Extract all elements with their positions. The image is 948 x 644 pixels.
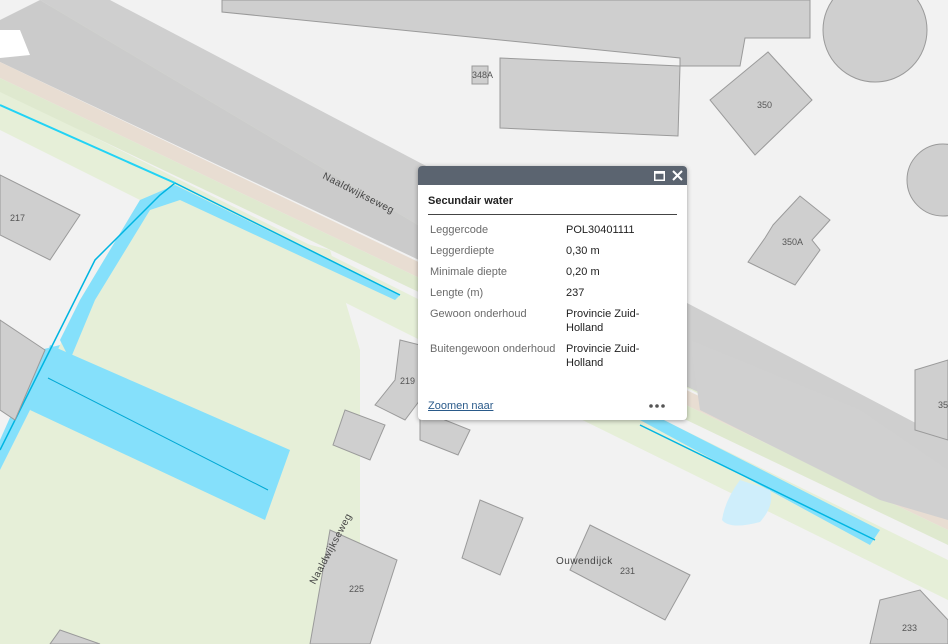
attribute-value: 237 bbox=[566, 287, 585, 299]
attribute-label: Leggercode bbox=[430, 224, 489, 236]
more-icon[interactable] bbox=[647, 399, 667, 413]
street-label: Ouwendijck bbox=[556, 556, 613, 567]
attribute-table: Leggercode POL30401111 Leggerdiepte 0,30… bbox=[430, 221, 675, 375]
attribute-value: 0,30 m bbox=[566, 245, 600, 257]
maximize-icon[interactable] bbox=[652, 168, 667, 183]
house-number: 35 bbox=[938, 400, 948, 410]
popup-header bbox=[418, 166, 687, 185]
attribute-row: Leggercode POL30401111 bbox=[430, 221, 675, 242]
attribute-row: Gewoon onderhoud Provincie Zuid-Holland bbox=[430, 305, 675, 340]
attribute-value: Provincie Zuid-Holland bbox=[566, 343, 640, 369]
house-number: 219 bbox=[400, 376, 415, 386]
house-number: 348A bbox=[472, 70, 493, 80]
zoom-to-link[interactable]: Zoomen naar bbox=[428, 400, 493, 412]
attribute-label: Buitengewoon onderhoud bbox=[430, 343, 556, 355]
attribute-label: Leggerdiepte bbox=[430, 245, 495, 257]
attribute-label: Minimale diepte bbox=[430, 266, 508, 278]
attribute-row: Buitengewoon onderhoud Provincie Zuid-Ho… bbox=[430, 340, 675, 375]
popup-title: Secundair water bbox=[428, 195, 677, 215]
house-number: 350A bbox=[782, 237, 803, 247]
attribute-value: Provincie Zuid-Holland bbox=[566, 308, 640, 334]
feature-popup: Secundair water Leggercode POL30401111 L… bbox=[418, 166, 687, 420]
attribute-row: Leggerdiepte 0,30 m bbox=[430, 242, 675, 263]
popup-footer: Zoomen naar bbox=[428, 399, 677, 415]
close-icon[interactable] bbox=[670, 168, 685, 183]
attribute-row: Lengte (m) 237 bbox=[430, 284, 675, 305]
house-number: 217 bbox=[10, 213, 25, 223]
house-number: 233 bbox=[902, 623, 917, 633]
house-number: 225 bbox=[349, 584, 364, 594]
attribute-label: Gewoon onderhoud bbox=[430, 308, 527, 320]
attribute-value: POL30401111 bbox=[566, 224, 635, 236]
attribute-row: Minimale diepte 0,20 m bbox=[430, 263, 675, 284]
house-number: 231 bbox=[620, 566, 635, 576]
house-number: 350 bbox=[757, 100, 772, 110]
attribute-label: Lengte (m) bbox=[430, 287, 484, 299]
attribute-value: 0,20 m bbox=[566, 266, 600, 278]
